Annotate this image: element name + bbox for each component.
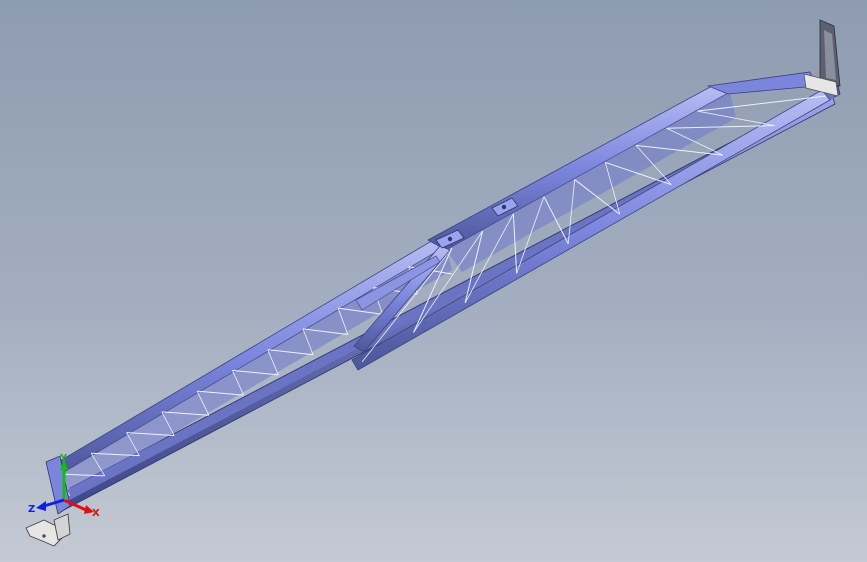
bolt-icon — [501, 204, 507, 210]
bolt-icon — [42, 534, 46, 538]
z-axis-label: Z — [28, 504, 35, 515]
truss-model-scene[interactable]: Y X Z — [0, 0, 867, 562]
x-axis-label: X — [92, 508, 100, 519]
graphics-viewport[interactable]: Y X Z — [0, 0, 867, 562]
right-support — [803, 19, 841, 97]
z-axis-arrowhead — [36, 501, 46, 511]
bolt-icon — [447, 236, 453, 242]
y-axis-label: Y — [59, 453, 68, 464]
right-side-web — [446, 92, 736, 272]
right-end-frame — [706, 71, 817, 95]
left-top-chord — [47, 235, 447, 479]
right-lower-chord — [351, 89, 831, 371]
left-truss-section — [47, 235, 453, 497]
